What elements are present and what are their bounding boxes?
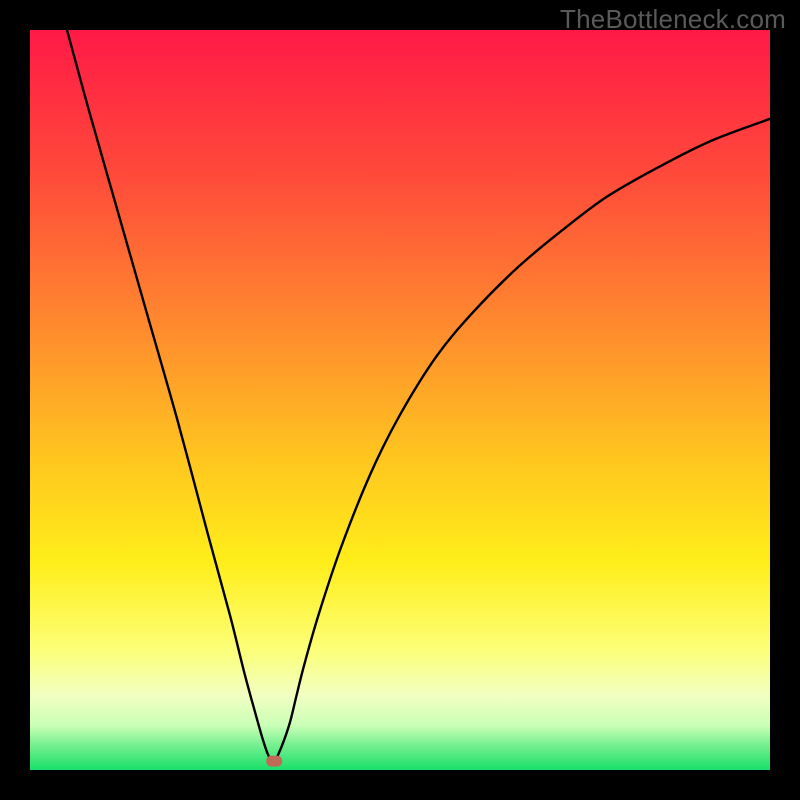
gradient-background bbox=[30, 30, 770, 770]
chart-frame: TheBottleneck.com bbox=[0, 0, 800, 800]
plot-area bbox=[30, 30, 770, 770]
optimum-marker bbox=[266, 756, 282, 767]
bottleneck-chart bbox=[30, 30, 770, 770]
